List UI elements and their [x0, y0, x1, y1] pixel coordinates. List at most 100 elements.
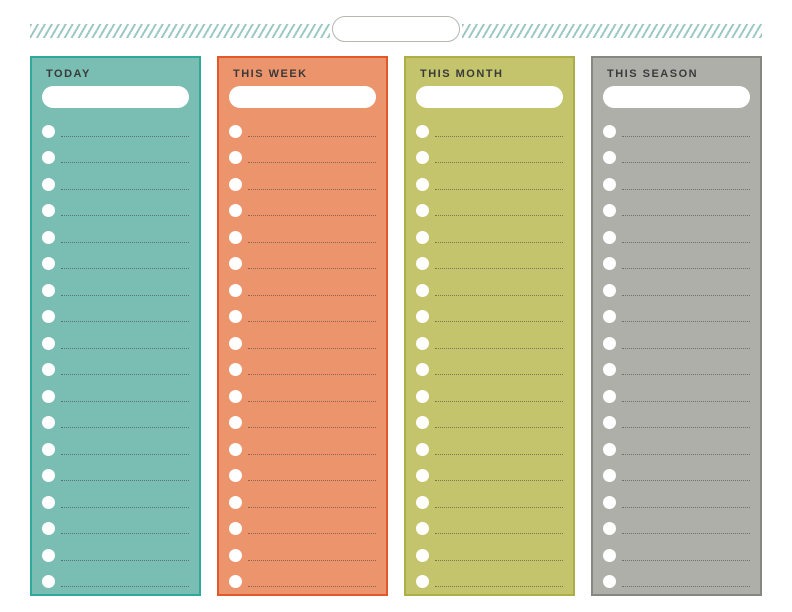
bullet-icon[interactable]	[416, 522, 429, 535]
entry-line[interactable]	[61, 162, 189, 163]
bullet-icon[interactable]	[229, 231, 242, 244]
bullet-icon[interactable]	[416, 496, 429, 509]
bullet-icon[interactable]	[603, 416, 616, 429]
list-item[interactable]	[229, 171, 376, 198]
entry-line[interactable]	[248, 189, 376, 190]
list-item[interactable]	[42, 410, 189, 437]
list-item[interactable]	[229, 304, 376, 331]
list-item[interactable]	[603, 145, 750, 172]
list-item[interactable]	[416, 224, 563, 251]
entry-line[interactable]	[435, 533, 563, 534]
entry-line[interactable]	[622, 215, 750, 216]
bullet-icon[interactable]	[42, 178, 55, 191]
list-item[interactable]	[603, 569, 750, 596]
list-item[interactable]	[416, 330, 563, 357]
bullet-icon[interactable]	[42, 363, 55, 376]
entry-line[interactable]	[435, 242, 563, 243]
entry-line[interactable]	[622, 401, 750, 402]
list-item[interactable]	[42, 304, 189, 331]
bullet-icon[interactable]	[42, 549, 55, 562]
bullet-icon[interactable]	[229, 284, 242, 297]
list-item[interactable]	[416, 410, 563, 437]
bullet-icon[interactable]	[603, 284, 616, 297]
entry-line[interactable]	[622, 321, 750, 322]
entry-line[interactable]	[248, 295, 376, 296]
list-item[interactable]	[229, 224, 376, 251]
entry-line[interactable]	[61, 268, 189, 269]
bullet-icon[interactable]	[42, 337, 55, 350]
entry-line[interactable]	[435, 321, 563, 322]
bullet-icon[interactable]	[42, 257, 55, 270]
entry-line[interactable]	[248, 268, 376, 269]
entry-line[interactable]	[61, 533, 189, 534]
entry-line[interactable]	[248, 480, 376, 481]
list-item[interactable]	[603, 171, 750, 198]
list-item[interactable]	[416, 357, 563, 384]
list-item[interactable]	[603, 489, 750, 516]
entry-line[interactable]	[248, 586, 376, 587]
list-item[interactable]	[603, 251, 750, 278]
list-item[interactable]	[229, 489, 376, 516]
bullet-icon[interactable]	[603, 363, 616, 376]
column-input-month[interactable]	[416, 86, 563, 108]
entry-line[interactable]	[435, 295, 563, 296]
bullet-icon[interactable]	[416, 549, 429, 562]
list-item[interactable]	[229, 145, 376, 172]
list-item[interactable]	[229, 410, 376, 437]
bullet-icon[interactable]	[603, 496, 616, 509]
bullet-icon[interactable]	[603, 125, 616, 138]
entry-line[interactable]	[61, 295, 189, 296]
bullet-icon[interactable]	[42, 310, 55, 323]
entry-line[interactable]	[622, 586, 750, 587]
entry-line[interactable]	[435, 215, 563, 216]
bullet-icon[interactable]	[229, 469, 242, 482]
list-item[interactable]	[416, 489, 563, 516]
entry-line[interactable]	[248, 242, 376, 243]
entry-line[interactable]	[61, 507, 189, 508]
entry-line[interactable]	[622, 189, 750, 190]
list-item[interactable]	[42, 145, 189, 172]
bullet-icon[interactable]	[229, 496, 242, 509]
bullet-icon[interactable]	[42, 443, 55, 456]
bullet-icon[interactable]	[229, 575, 242, 588]
list-item[interactable]	[42, 198, 189, 225]
entry-line[interactable]	[61, 321, 189, 322]
bullet-icon[interactable]	[416, 363, 429, 376]
list-item[interactable]	[229, 251, 376, 278]
bullet-icon[interactable]	[229, 178, 242, 191]
list-item[interactable]	[42, 171, 189, 198]
list-item[interactable]	[42, 118, 189, 145]
entry-line[interactable]	[435, 454, 563, 455]
entry-line[interactable]	[61, 401, 189, 402]
bullet-icon[interactable]	[42, 231, 55, 244]
list-item[interactable]	[603, 304, 750, 331]
bullet-icon[interactable]	[416, 310, 429, 323]
list-item[interactable]	[416, 383, 563, 410]
list-item[interactable]	[229, 463, 376, 490]
entry-line[interactable]	[248, 560, 376, 561]
entry-line[interactable]	[435, 136, 563, 137]
entry-line[interactable]	[622, 454, 750, 455]
bullet-icon[interactable]	[603, 549, 616, 562]
list-item[interactable]	[42, 224, 189, 251]
entry-line[interactable]	[435, 480, 563, 481]
entry-line[interactable]	[622, 480, 750, 481]
bullet-icon[interactable]	[603, 231, 616, 244]
bullet-icon[interactable]	[229, 310, 242, 323]
bullet-icon[interactable]	[42, 284, 55, 297]
list-item[interactable]	[603, 224, 750, 251]
entry-line[interactable]	[248, 454, 376, 455]
entry-line[interactable]	[248, 321, 376, 322]
bullet-icon[interactable]	[229, 204, 242, 217]
list-item[interactable]	[42, 330, 189, 357]
entry-line[interactable]	[248, 533, 376, 534]
list-item[interactable]	[603, 516, 750, 543]
bullet-icon[interactable]	[416, 178, 429, 191]
list-item[interactable]	[229, 277, 376, 304]
list-item[interactable]	[603, 330, 750, 357]
column-input-today[interactable]	[42, 86, 189, 108]
entry-line[interactable]	[622, 242, 750, 243]
entry-line[interactable]	[435, 189, 563, 190]
entry-line[interactable]	[61, 480, 189, 481]
entry-line[interactable]	[435, 560, 563, 561]
